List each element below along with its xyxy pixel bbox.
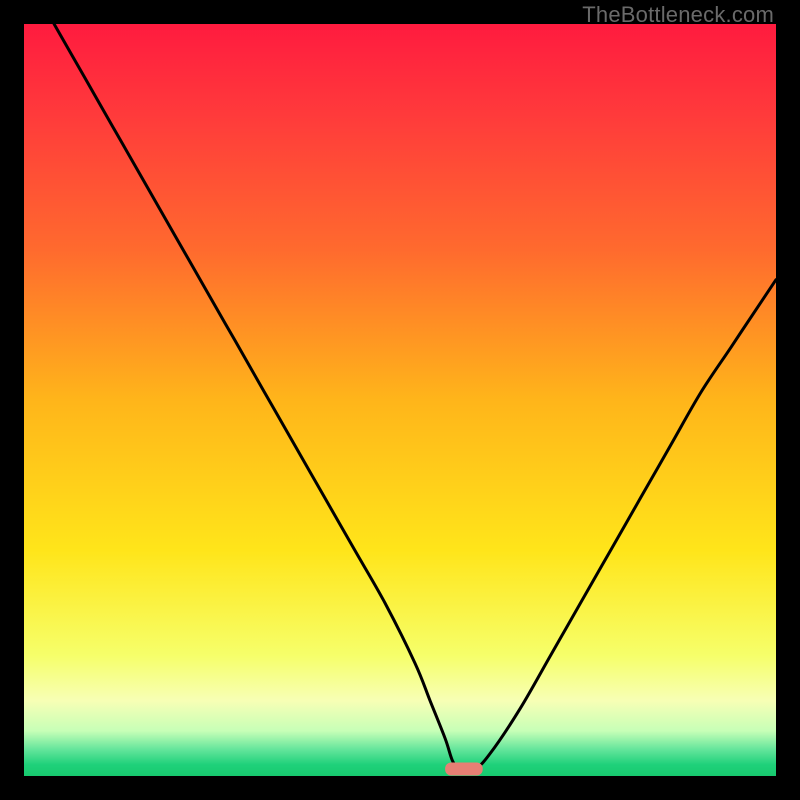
chart-frame xyxy=(24,24,776,776)
optimum-marker xyxy=(445,763,483,776)
watermark-text: TheBottleneck.com xyxy=(582,2,774,28)
gradient-background xyxy=(24,24,776,776)
bottleneck-plot xyxy=(24,24,776,776)
